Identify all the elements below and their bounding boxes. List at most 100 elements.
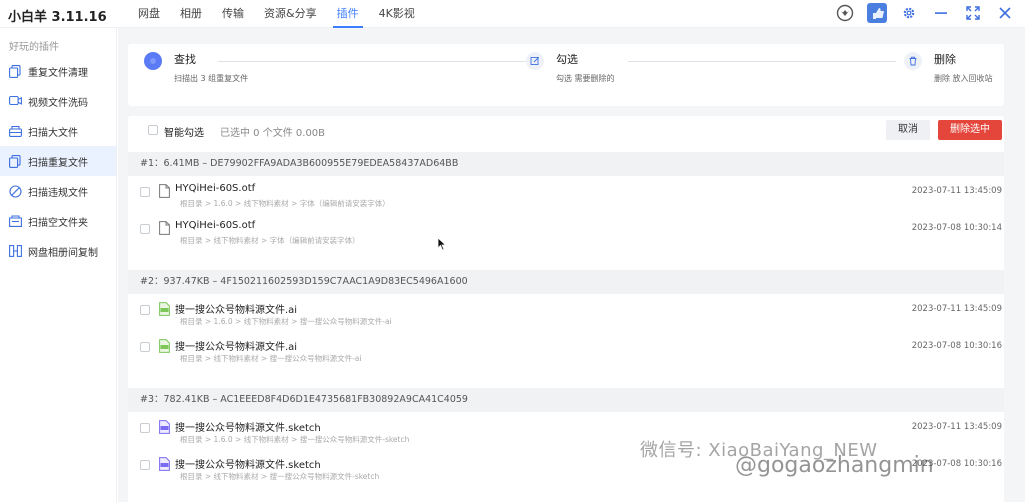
sidebar-item-scan-large-files[interactable]: 扫描大文件	[0, 116, 116, 146]
delete-selected-button[interactable]: 删除选中	[938, 120, 1002, 140]
step-active-icon	[144, 52, 162, 70]
copy-icon	[8, 154, 22, 168]
sidebar-item-label: 网盘相册间复制	[28, 247, 98, 259]
file-path: 根目录 > 线下物料素材 > 搜一搜公众号物料源文件-sketch	[180, 472, 380, 481]
scan-icon	[8, 124, 22, 138]
nav-tab-netdisk[interactable]: 网盘	[128, 0, 170, 28]
group-header: #2：937.47KB – 4F150211602593D159C7AAC1A9…	[128, 270, 1004, 294]
progress-steps: 查找 扫描出 3 组重复文件 勾选 勾选 需要删除的 删除 删除 放入回收站	[128, 44, 1004, 106]
file-path: 根目录 > 1.6.0 > 线下物料素材 > 字体（编辑前请安装字体）	[180, 199, 390, 208]
sidebar-item-label: 扫描违规文件	[28, 187, 88, 199]
step-title: 查找	[174, 53, 196, 66]
list-item[interactable]: 搜一搜公众号物料源文件.ai 根目录 > 1.6.0 > 线下物料素材 > 搜一…	[128, 294, 1004, 331]
file-date: 2023-07-08 10:30:16	[911, 341, 1002, 351]
file-path: 根目录 > 线下物料素材 > 搜一搜公众号物料源文件-ai	[180, 354, 362, 363]
step-connector	[218, 61, 526, 62]
file-name: 搜一搜公众号物料源文件.sketch	[175, 423, 321, 434]
mouse-cursor-icon	[437, 237, 447, 251]
list-item[interactable]: HYQiHei-60S.otf 根目录 > 1.6.0 > 线下物料素材 > 字…	[128, 176, 1004, 213]
watermark-handle: @gogaozhangmin	[735, 453, 934, 478]
file-name: 搜一搜公众号物料源文件.ai	[175, 342, 298, 353]
avatar[interactable]	[867, 3, 887, 23]
document-icon	[159, 184, 170, 198]
gear-icon[interactable]	[899, 3, 919, 23]
sidebar-item-scan-violations[interactable]: 扫描违规文件	[0, 176, 116, 206]
edit-icon	[526, 52, 544, 70]
list-toolbar: 智能勾选 已选中 0 个文件 0.00B 取消 删除选中	[128, 116, 1004, 144]
nav-tab-4k-video[interactable]: 4K影视	[369, 0, 425, 28]
file-date: 2023-07-11 13:45:09	[911, 186, 1002, 196]
sidebar-item-scan-duplicates[interactable]: 扫描重复文件	[0, 146, 116, 176]
group-header: #3：782.41KB – AC1EEED8F4D6D1E4735681FB30…	[128, 388, 1004, 412]
file-name: 搜一搜公众号物料源文件.ai	[175, 305, 298, 316]
document-icon	[159, 221, 170, 235]
sidebar-item-label: 视频文件洗码	[28, 97, 88, 109]
file-checkbox[interactable]	[140, 460, 150, 470]
step-desc: 删除 放入回收站	[934, 74, 993, 83]
sidebar-title: 好玩的插件	[9, 42, 59, 53]
nav-tab-transfer[interactable]: 传输	[212, 0, 254, 28]
file-path: 根目录 > 1.6.0 > 线下物料素材 > 搜一搜公众号物料源文件-sketc…	[180, 435, 410, 444]
file-checkbox[interactable]	[140, 187, 150, 197]
main-content: 查找 扫描出 3 组重复文件 勾选 勾选 需要删除的 删除 删除 放入回收站 智…	[118, 28, 1025, 502]
file-date: 2023-07-11 13:45:09	[911, 422, 1002, 432]
step-title: 删除	[934, 53, 956, 66]
video-icon	[8, 94, 22, 108]
step-desc: 扫描出 3 组重复文件	[174, 74, 249, 83]
transfer-icon	[8, 244, 22, 258]
list-item[interactable]: HYQiHei-60S.otf 根目录 > 线下物料素材 > 字体（编辑前请安装…	[128, 213, 1004, 250]
sidebar-item-label: 扫描空文件夹	[28, 217, 88, 229]
file-date: 2023-07-08 10:30:14	[911, 223, 1002, 233]
file-path: 根目录 > 线下物料素材 > 字体（编辑前请安装字体）	[180, 236, 360, 245]
app-title: 小白羊 3.11.16	[8, 10, 107, 25]
sidebar-item-scan-empty-folders[interactable]: 扫描空文件夹	[0, 206, 116, 236]
duplicate-group: #1：6.41MB – DE79902FFA9ADA3B600955E79EDE…	[128, 152, 1004, 267]
group-header: #1：6.41MB – DE79902FFA9ADA3B600955E79EDE…	[128, 152, 1004, 176]
step-connector	[628, 61, 896, 62]
minimize-icon[interactable]	[931, 3, 951, 23]
sidebar-item-album-copy[interactable]: 网盘相册间复制	[0, 236, 116, 266]
step-find: 查找 扫描出 3 组重复文件	[144, 52, 248, 84]
file-date: 2023-07-11 13:45:09	[911, 304, 1002, 314]
sidebar-item-label: 扫描重复文件	[28, 157, 88, 169]
nav-tab-album[interactable]: 相册	[170, 0, 212, 28]
nav-tab-plugins[interactable]: 插件	[327, 0, 369, 28]
forbidden-icon	[8, 184, 22, 198]
file-name: HYQiHei-60S.otf	[175, 220, 256, 231]
fullscreen-icon[interactable]	[963, 3, 983, 23]
sidebar: 好玩的插件 重复文件清理 视频文件洗码 扫描大文件 扫描重复文件 扫描违规文件 …	[0, 28, 117, 502]
top-bar: 小白羊 3.11.16 网盘 相册 传输 资源&分享 插件 4K影视	[0, 0, 1025, 28]
main-nav: 网盘 相册 传输 资源&分享 插件 4K影视	[128, 0, 425, 28]
duplicate-group: #2：937.47KB – 4F150211602593D159C7AAC1A9…	[128, 270, 1004, 385]
sidebar-item-label: 重复文件清理	[28, 67, 88, 79]
step-delete: 删除 删除 放入回收站	[904, 52, 993, 84]
trash-icon	[904, 52, 922, 70]
crown-badge-icon[interactable]	[835, 3, 855, 23]
step-desc: 勾选 需要删除的	[556, 74, 615, 83]
sidebar-item-video-recode[interactable]: 视频文件洗码	[0, 86, 116, 116]
copy-icon	[8, 64, 22, 78]
file-name: 搜一搜公众号物料源文件.sketch	[175, 460, 321, 471]
sketch-file-icon	[159, 420, 170, 434]
folder-scan-icon	[8, 214, 22, 228]
smart-select-checkbox[interactable]	[148, 125, 158, 135]
file-checkbox[interactable]	[140, 423, 150, 433]
ai-file-icon	[159, 339, 170, 353]
ai-file-icon	[159, 302, 170, 316]
file-checkbox[interactable]	[140, 305, 150, 315]
file-name: HYQiHei-60S.otf	[175, 183, 256, 194]
list-item[interactable]: 搜一搜公众号物料源文件.ai 根目录 > 线下物料素材 > 搜一搜公众号物料源文…	[128, 331, 1004, 368]
sidebar-item-duplicate-cleanup[interactable]: 重复文件清理	[0, 56, 116, 86]
sidebar-item-label: 扫描大文件	[28, 127, 78, 139]
step-title: 勾选	[556, 53, 578, 66]
file-path: 根目录 > 1.6.0 > 线下物料素材 > 搜一搜公众号物料源文件-ai	[180, 317, 392, 326]
sketch-file-icon	[159, 457, 170, 471]
selection-info: 已选中 0 个文件 0.00B	[220, 128, 326, 139]
nav-tab-resources-share[interactable]: 资源&分享	[254, 0, 327, 28]
smart-select-label[interactable]: 智能勾选	[164, 124, 204, 139]
step-select: 勾选 勾选 需要删除的	[526, 52, 615, 84]
file-checkbox[interactable]	[140, 224, 150, 234]
cancel-button[interactable]: 取消	[886, 120, 930, 140]
close-icon[interactable]	[995, 3, 1015, 23]
file-checkbox[interactable]	[140, 342, 150, 352]
